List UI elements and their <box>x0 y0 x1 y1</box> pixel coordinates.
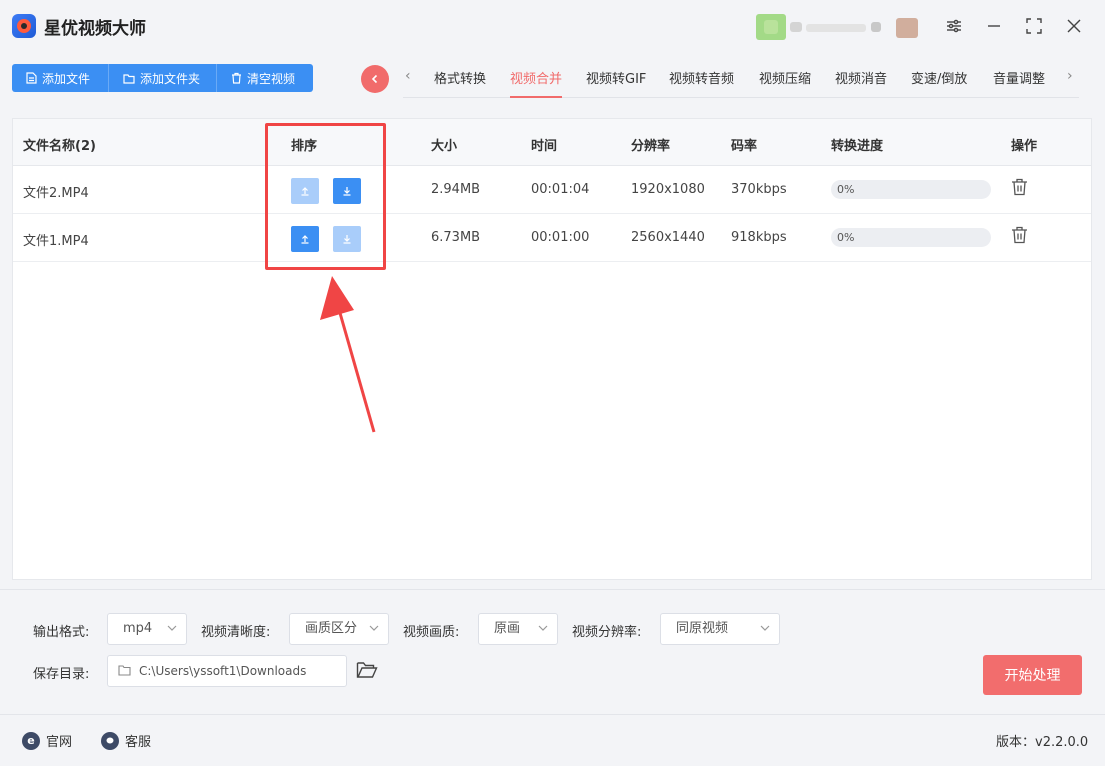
file-size: 2.94MB <box>431 182 481 197</box>
support-link[interactable]: 客服 <box>101 731 151 750</box>
header-resolution: 分辨率 <box>631 139 671 154</box>
website-link[interactable]: e 官网 <box>22 731 72 750</box>
file-bitrate: 370kbps <box>731 182 787 197</box>
support-label: 客服 <box>125 735 152 750</box>
save-dir-value: C:\Users\yssoft1\Downloads <box>139 664 307 678</box>
feature-tabs: ‹ 格式转换 视频合并 视频转GIF 视频转音频 视频压缩 视频消音 变速/倒放… <box>403 62 1079 98</box>
header-bitrate: 码率 <box>731 139 758 154</box>
chevron-down-icon <box>760 625 770 631</box>
annotation-arrow <box>320 276 376 433</box>
highlight-box <box>265 123 386 270</box>
file-bitrate: 918kbps <box>731 230 787 245</box>
add-folder-label: 添加文件夹 <box>140 71 201 86</box>
file-name: 文件2.MP4 <box>23 186 89 201</box>
add-folder-button[interactable]: 添加文件夹 <box>109 64 217 92</box>
settings-divider <box>0 589 1105 590</box>
app-title: 星优视频大师 <box>44 19 146 39</box>
start-process-button[interactable]: 开始处理 <box>983 655 1082 695</box>
resolution-label: 视频分辨率: <box>572 625 642 640</box>
maximize-icon[interactable] <box>1022 14 1046 38</box>
tab-speed-reverse[interactable]: 变速/倒放 <box>911 68 967 98</box>
resolution-value: 同原视频 <box>676 621 729 636</box>
save-dir-input[interactable]: C:\Users\yssoft1\Downloads <box>107 655 347 687</box>
table-header: 文件名称(2) 排序 大小 时间 分辨率 码率 转换进度 操作 <box>13 119 1091 166</box>
tab-volume-adjust[interactable]: 音量调整 <box>993 68 1045 98</box>
chevron-left-icon <box>371 74 378 84</box>
website-label: 官网 <box>46 735 73 750</box>
tab-video-to-audio[interactable]: 视频转音频 <box>669 68 734 98</box>
quality-select[interactable]: 原画 <box>478 613 558 645</box>
header-size: 大小 <box>431 139 458 154</box>
chat-bubble-icon <box>101 731 119 750</box>
clarity-select[interactable]: 画质区分 <box>289 613 389 645</box>
table-row[interactable]: 文件1.MP4 6.73MB 00:01:00 2560x1440 918kbp… <box>13 214 1091 262</box>
user-avatar[interactable] <box>756 14 921 40</box>
file-size: 6.73MB <box>431 230 481 245</box>
clarity-value: 画质区分 <box>305 621 358 636</box>
settings-icon[interactable] <box>942 14 966 38</box>
header-action: 操作 <box>1011 139 1038 154</box>
quality-label: 视频画质: <box>403 625 460 640</box>
file-resolution: 2560x1440 <box>631 230 705 245</box>
delete-icon[interactable] <box>1011 226 1028 248</box>
file-duration: 00:01:00 <box>531 230 590 245</box>
folder-icon <box>118 665 131 676</box>
output-format-label: 输出格式: <box>33 625 90 640</box>
clear-videos-label: 清空视频 <box>247 71 296 86</box>
chevron-down-icon <box>167 625 177 631</box>
output-format-select[interactable]: mp4 <box>107 613 187 645</box>
folder-icon <box>123 73 135 84</box>
resolution-select[interactable]: 同原视频 <box>660 613 780 645</box>
chevron-down-icon <box>369 625 379 631</box>
tab-format-convert[interactable]: 格式转换 <box>434 68 486 98</box>
footer-divider <box>0 714 1105 715</box>
tab-video-to-gif[interactable]: 视频转GIF <box>586 68 646 98</box>
title-bar: 星优视频大师 <box>0 0 1105 52</box>
file-table: 文件名称(2) 排序 大小 时间 分辨率 码率 转换进度 操作 文件2.MP4 … <box>12 118 1092 580</box>
file-toolbar: 添加文件 添加文件夹 清空视频 <box>12 64 313 92</box>
header-progress: 转换进度 <box>831 139 884 154</box>
trash-icon <box>232 72 241 84</box>
close-icon[interactable] <box>1062 14 1086 38</box>
chevron-down-icon <box>538 625 548 631</box>
add-file-label: 添加文件 <box>42 71 91 86</box>
add-file-button[interactable]: 添加文件 <box>12 64 109 92</box>
header-filename: 文件名称(2) <box>23 139 96 154</box>
save-dir-label: 保存目录: <box>33 667 90 682</box>
minimize-icon[interactable] <box>982 14 1006 38</box>
file-resolution: 1920x1080 <box>631 182 705 197</box>
tabs-scroll-right-icon[interactable]: › <box>1067 68 1073 84</box>
progress-text: 0% <box>837 231 855 244</box>
progress-bar: 0% <box>831 228 991 247</box>
header-time: 时间 <box>531 139 558 154</box>
progress-bar: 0% <box>831 180 991 199</box>
version-text: 版本：v2.2.0.0 <box>996 735 1089 750</box>
delete-icon[interactable] <box>1011 178 1028 200</box>
file-icon <box>26 72 37 84</box>
output-format-value: mp4 <box>123 621 153 636</box>
tabs-scroll-left-icon[interactable]: ‹ <box>405 68 411 84</box>
tab-video-merge[interactable]: 视频合并 <box>510 68 563 98</box>
progress-text: 0% <box>837 183 855 196</box>
quality-value: 原画 <box>494 621 521 636</box>
tab-video-compress[interactable]: 视频压缩 <box>759 68 811 98</box>
tab-video-mute[interactable]: 视频消音 <box>835 68 887 98</box>
open-folder-icon[interactable] <box>356 660 378 684</box>
clarity-label: 视频清晰度: <box>201 625 271 640</box>
file-duration: 00:01:04 <box>531 182 590 197</box>
app-logo-icon <box>12 14 36 38</box>
clear-videos-button[interactable]: 清空视频 <box>217 64 313 92</box>
file-name: 文件1.MP4 <box>23 234 89 249</box>
collapse-back-button[interactable] <box>361 65 389 93</box>
table-row[interactable]: 文件2.MP4 2.94MB 00:01:04 1920x1080 370kbp… <box>13 166 1091 214</box>
ie-icon: e <box>22 731 40 750</box>
